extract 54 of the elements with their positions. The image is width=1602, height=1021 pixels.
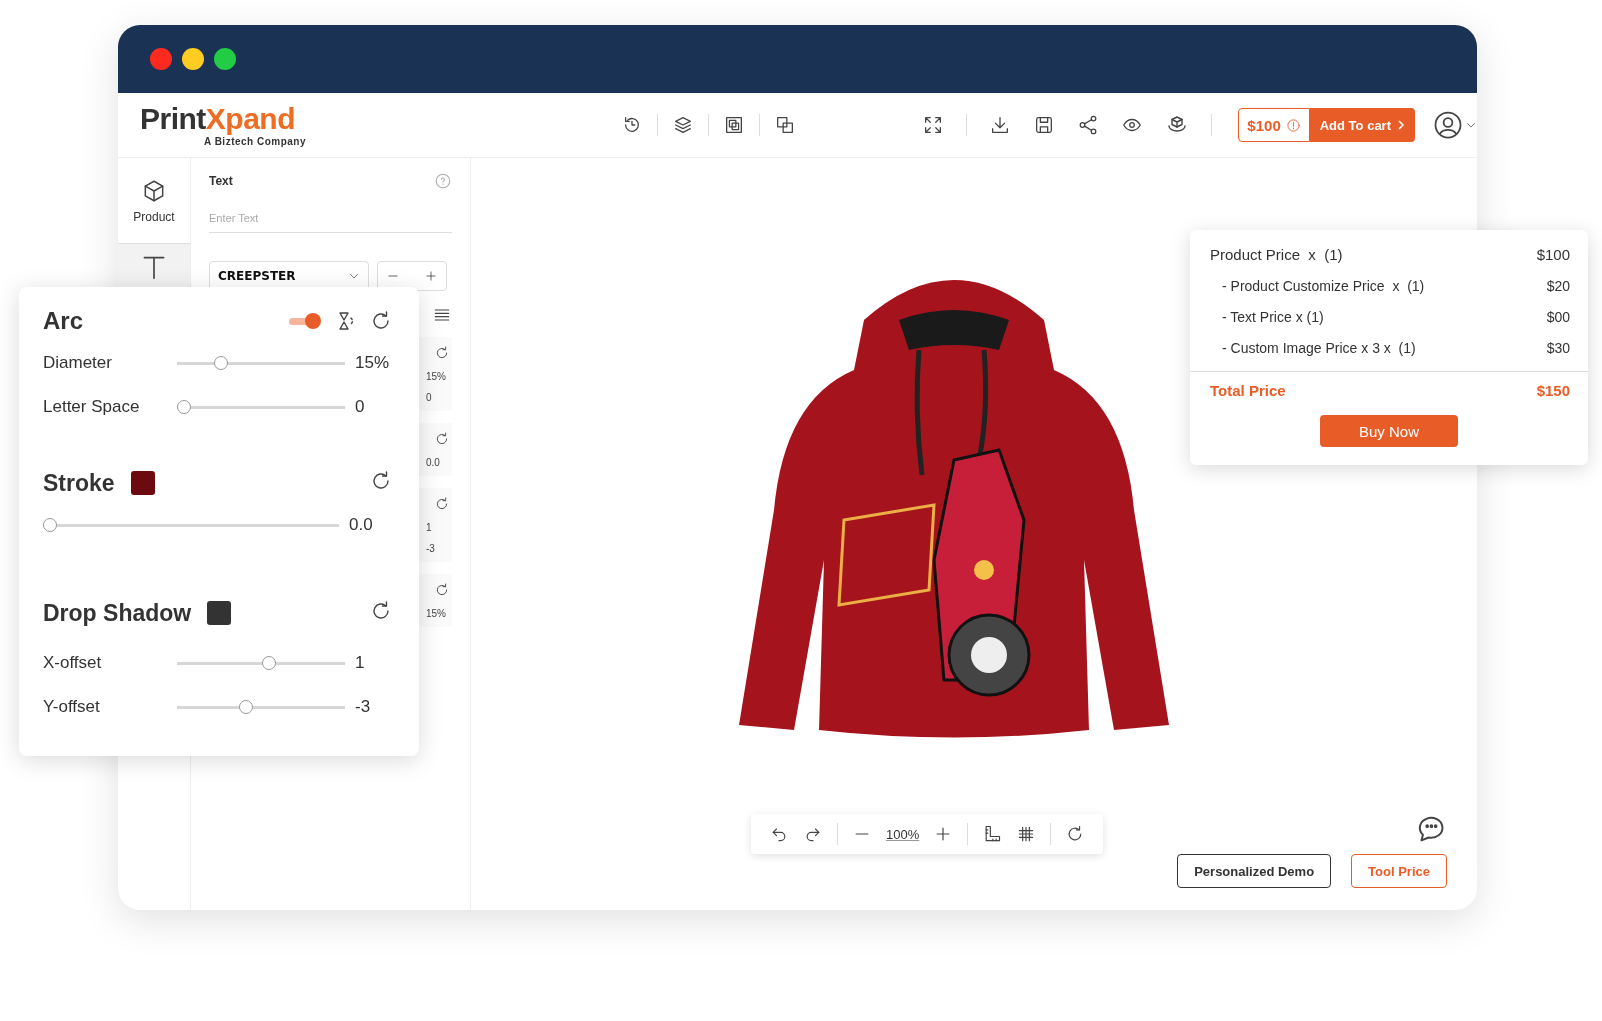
section-title: Drop Shadow [43,599,192,627]
slider-value: 1 [355,653,365,673]
panel-title: Text [209,174,233,188]
slider-label: X-offset [43,653,103,673]
price-amount: $100 [1536,245,1570,263]
logo-tagline: A Biztech Company [204,135,308,147]
price-label: - Text Price x (1) [1222,308,1324,325]
setting-value: 0.0 [426,457,441,468]
price-amount: $00 [1546,308,1570,325]
account-menu[interactable] [1433,110,1477,140]
minimize-button[interactable] [182,48,204,70]
color-swatch[interactable] [207,601,232,625]
total-label: Total Price [1210,382,1286,399]
setting-value: 0 [426,392,433,403]
price-amount: $20 [1546,277,1570,294]
slider-label: Diameter [43,353,113,373]
info-icon [1285,117,1301,133]
refresh-icon[interactable] [434,582,450,598]
price-label: - Product Customize Price x (1) [1222,277,1425,294]
slider-thumb[interactable] [177,400,191,414]
zoom-level[interactable]: 100% [886,826,920,842]
setting-value: -3 [426,543,436,554]
refresh-icon[interactable] [434,496,450,512]
slider-label: Y-offset [43,697,101,717]
slider-thumb[interactable] [43,518,57,532]
slider-value: 0 [355,397,365,417]
refresh-icon[interactable] [434,431,450,447]
setting-value: 15% [426,608,447,619]
price-label: - Custom Image Price x 3 x (1) [1222,339,1416,356]
slider-thumb[interactable] [238,700,253,714]
setting-value: 15% [426,371,447,382]
section-title: Stroke [43,469,115,497]
refresh-icon[interactable] [434,345,450,361]
logo-wordmark: PrintXpand [140,103,296,134]
setting-value: 1 [426,522,433,533]
chevron-icon [1397,119,1405,131]
slider-value: 0.0 [349,515,373,535]
user-avatar-icon [1433,110,1463,140]
tool-price-button[interactable]: Tool Price [1351,854,1447,888]
slider-thumb[interactable] [213,356,228,370]
section-title: Arc [43,307,84,335]
close-button[interactable] [150,48,172,70]
demo-button[interactable]: Personalized Demo [1177,854,1332,888]
color-swatch[interactable] [130,471,155,495]
total-amount: $150 [1536,382,1570,399]
text-icon [143,256,165,280]
price-amount: $30 [1546,339,1570,356]
slider-value: 15% [355,353,390,373]
slider-thumb[interactable] [261,656,276,670]
arc-toggle[interactable] [287,311,321,331]
slider-label: Letter Space [43,397,141,417]
slider-value: -3 [355,697,371,717]
price-label: Product Price x (1) [1210,245,1343,263]
maximize-button[interactable] [214,48,236,70]
